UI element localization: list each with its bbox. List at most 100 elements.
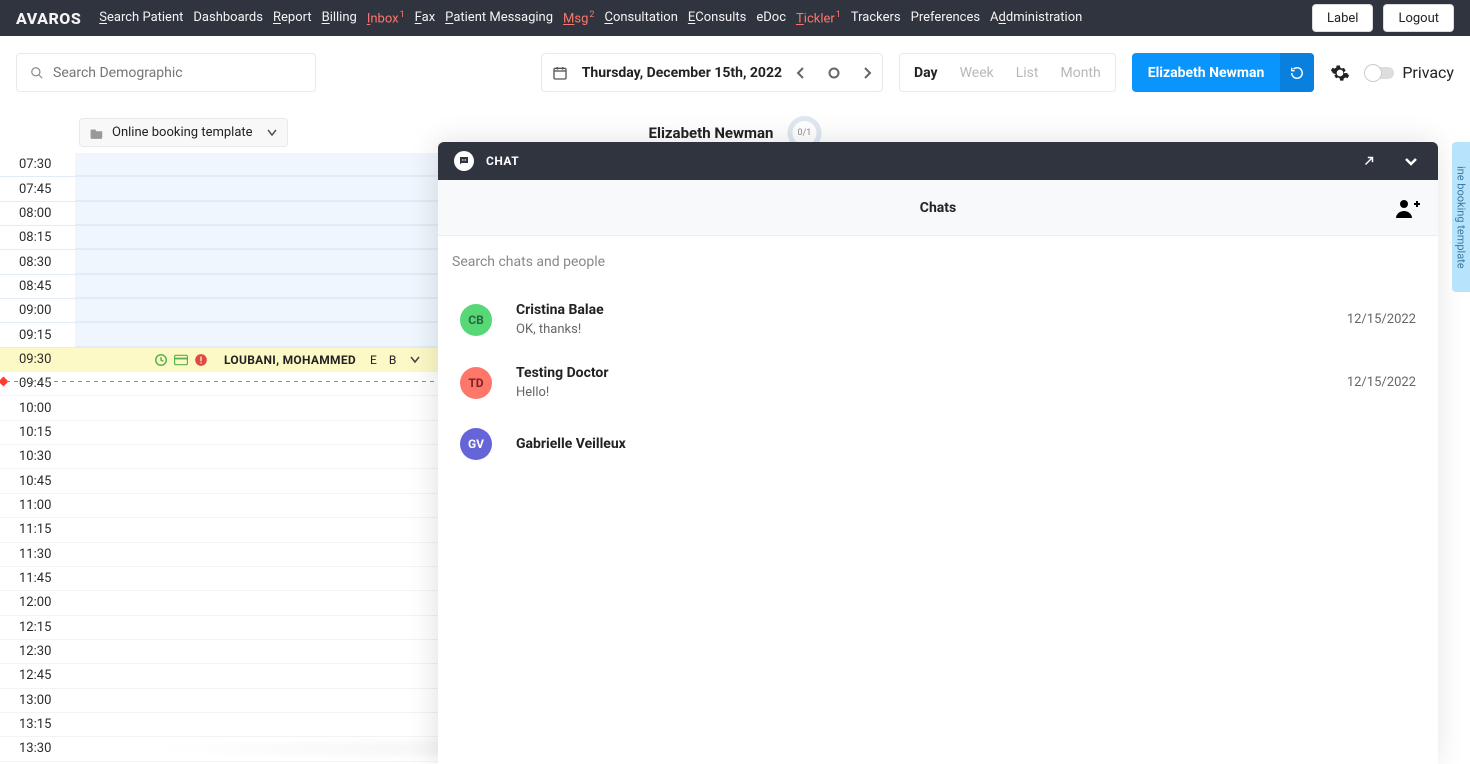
nav-fax[interactable]: Fax <box>415 10 436 26</box>
time-row[interactable]: 10:00 <box>0 396 438 420</box>
time-label: 11:30 <box>0 547 75 562</box>
view-week[interactable]: Week <box>960 65 994 81</box>
time-row[interactable]: 08:15 <box>0 226 438 250</box>
chat-item[interactable]: TD Testing Doctor Hello! 12/15/2022 <box>438 351 1438 414</box>
nav-preferences[interactable]: Preferences <box>911 10 980 26</box>
calendar-icon <box>552 65 568 81</box>
time-row[interactable]: 11:30 <box>0 543 438 567</box>
time-slot[interactable] <box>75 445 438 468</box>
time-row[interactable]: 09:00 <box>0 299 438 323</box>
time-slot[interactable] <box>75 689 438 712</box>
appt-expand-icon[interactable] <box>410 356 420 364</box>
time-slot[interactable] <box>75 177 438 200</box>
time-row[interactable]: 08:45 <box>0 275 438 299</box>
time-slot[interactable] <box>75 396 438 419</box>
search-demographic-field[interactable] <box>16 53 316 92</box>
chat-collapse-button[interactable] <box>1404 156 1422 166</box>
online-booking-side-tab[interactable]: ine booking template <box>1452 142 1470 292</box>
time-slot[interactable] <box>75 226 438 249</box>
nav-trackers[interactable]: Trackers <box>851 10 901 26</box>
add-person-button[interactable] <box>1394 198 1420 218</box>
time-row[interactable]: 11:15 <box>0 518 438 542</box>
time-slot[interactable] <box>75 616 438 639</box>
view-month[interactable]: Month <box>1060 65 1100 81</box>
time-label: 13:30 <box>0 741 75 756</box>
logout-button[interactable]: Logout <box>1383 4 1454 32</box>
chat-search[interactable] <box>438 236 1438 288</box>
time-row[interactable]: 09:45 <box>0 372 438 396</box>
nav-msg[interactable]: Msg2 <box>563 10 594 26</box>
nav-patient-messaging[interactable]: Patient Messaging <box>445 10 553 26</box>
prev-day-button[interactable] <box>796 67 806 79</box>
time-slot[interactable] <box>75 275 438 298</box>
time-row[interactable]: 07:45 <box>0 177 438 201</box>
time-row[interactable]: 12:45 <box>0 664 438 688</box>
next-day-button[interactable] <box>862 67 872 79</box>
provider-pill[interactable]: Elizabeth Newman <box>1132 53 1315 92</box>
time-label: 11:15 <box>0 522 75 537</box>
time-row[interactable]: 08:30 <box>0 250 438 274</box>
label-button[interactable]: Label <box>1312 4 1373 32</box>
time-slot[interactable] <box>75 591 438 614</box>
time-slot[interactable] <box>75 299 438 322</box>
time-row[interactable]: 08:00 <box>0 202 438 226</box>
nav-consultation[interactable]: Consultation <box>604 10 677 26</box>
nav-report[interactable]: Report <box>273 10 312 26</box>
time-slot[interactable] <box>75 640 438 663</box>
time-slot[interactable] <box>75 543 438 566</box>
time-row[interactable]: 12:15 <box>0 616 438 640</box>
appointment-row[interactable]: 09:30 LOUBANI, MOHAMMED E B <box>0 348 438 372</box>
chat-item[interactable]: GV Gabrielle Veilleux <box>438 414 1438 474</box>
time-row[interactable]: 10:30 <box>0 445 438 469</box>
today-button[interactable] <box>828 67 840 79</box>
chat-search-input[interactable] <box>452 254 1424 270</box>
time-slot[interactable] <box>75 153 438 176</box>
time-row[interactable]: 12:30 <box>0 640 438 664</box>
chats-tab[interactable]: Chats <box>920 200 956 216</box>
time-slot[interactable] <box>75 372 438 395</box>
nav-inbox[interactable]: Inbox1 <box>367 10 405 26</box>
time-row[interactable]: 10:15 <box>0 421 438 445</box>
time-slot[interactable] <box>75 202 438 225</box>
nav-search-patient[interactable]: Search Patient <box>99 10 183 26</box>
privacy-toggle[interactable] <box>1366 67 1394 79</box>
nav-econsults[interactable]: EConsults <box>688 10 746 26</box>
nav-tickler[interactable]: Tickler1 <box>796 10 841 26</box>
date-picker[interactable]: Thursday, December 15th, 2022 <box>541 53 883 92</box>
time-slot[interactable] <box>75 518 438 541</box>
time-row[interactable]: 11:45 <box>0 567 438 591</box>
view-switcher: Day Week List Month <box>899 53 1116 92</box>
nav-edoc[interactable]: eDoc <box>756 10 786 26</box>
search-demographic-input[interactable] <box>53 65 303 81</box>
chat-expand-button[interactable] <box>1362 154 1380 168</box>
time-row[interactable]: 13:15 <box>0 713 438 737</box>
time-slot[interactable] <box>75 713 438 736</box>
view-day[interactable]: Day <box>914 65 938 81</box>
time-slot[interactable] <box>75 323 438 346</box>
time-row[interactable]: 13:30 <box>0 737 438 761</box>
time-slot[interactable] <box>75 469 438 492</box>
chat-item-name: Gabrielle Veilleux <box>516 436 1416 452</box>
time-row[interactable]: 13:00 <box>0 689 438 713</box>
nav-administration[interactable]: Addministration <box>990 10 1082 26</box>
time-slot[interactable] <box>75 494 438 517</box>
appt-tag-e[interactable]: E <box>370 353 377 367</box>
time-slot[interactable] <box>75 567 438 590</box>
template-select[interactable]: Online booking template <box>79 118 288 147</box>
time-slot[interactable] <box>75 421 438 444</box>
appt-tag-b[interactable]: B <box>389 353 396 367</box>
view-list[interactable]: List <box>1016 65 1039 81</box>
nav-dashboards[interactable]: Dashboards <box>193 10 263 26</box>
settings-button[interactable] <box>1330 63 1350 83</box>
time-row[interactable]: 07:30 <box>0 153 438 177</box>
time-row[interactable]: 09:15 <box>0 323 438 347</box>
time-row[interactable]: 11:00 <box>0 494 438 518</box>
time-row[interactable]: 12:00 <box>0 591 438 615</box>
provider-refresh-button[interactable] <box>1280 53 1314 92</box>
time-slot[interactable] <box>75 250 438 273</box>
time-slot[interactable] <box>75 737 438 760</box>
chat-item[interactable]: CB Cristina Balae OK, thanks! 12/15/2022 <box>438 288 1438 351</box>
nav-billing[interactable]: Billing <box>322 10 357 26</box>
time-row[interactable]: 10:45 <box>0 469 438 493</box>
time-slot[interactable] <box>75 664 438 687</box>
